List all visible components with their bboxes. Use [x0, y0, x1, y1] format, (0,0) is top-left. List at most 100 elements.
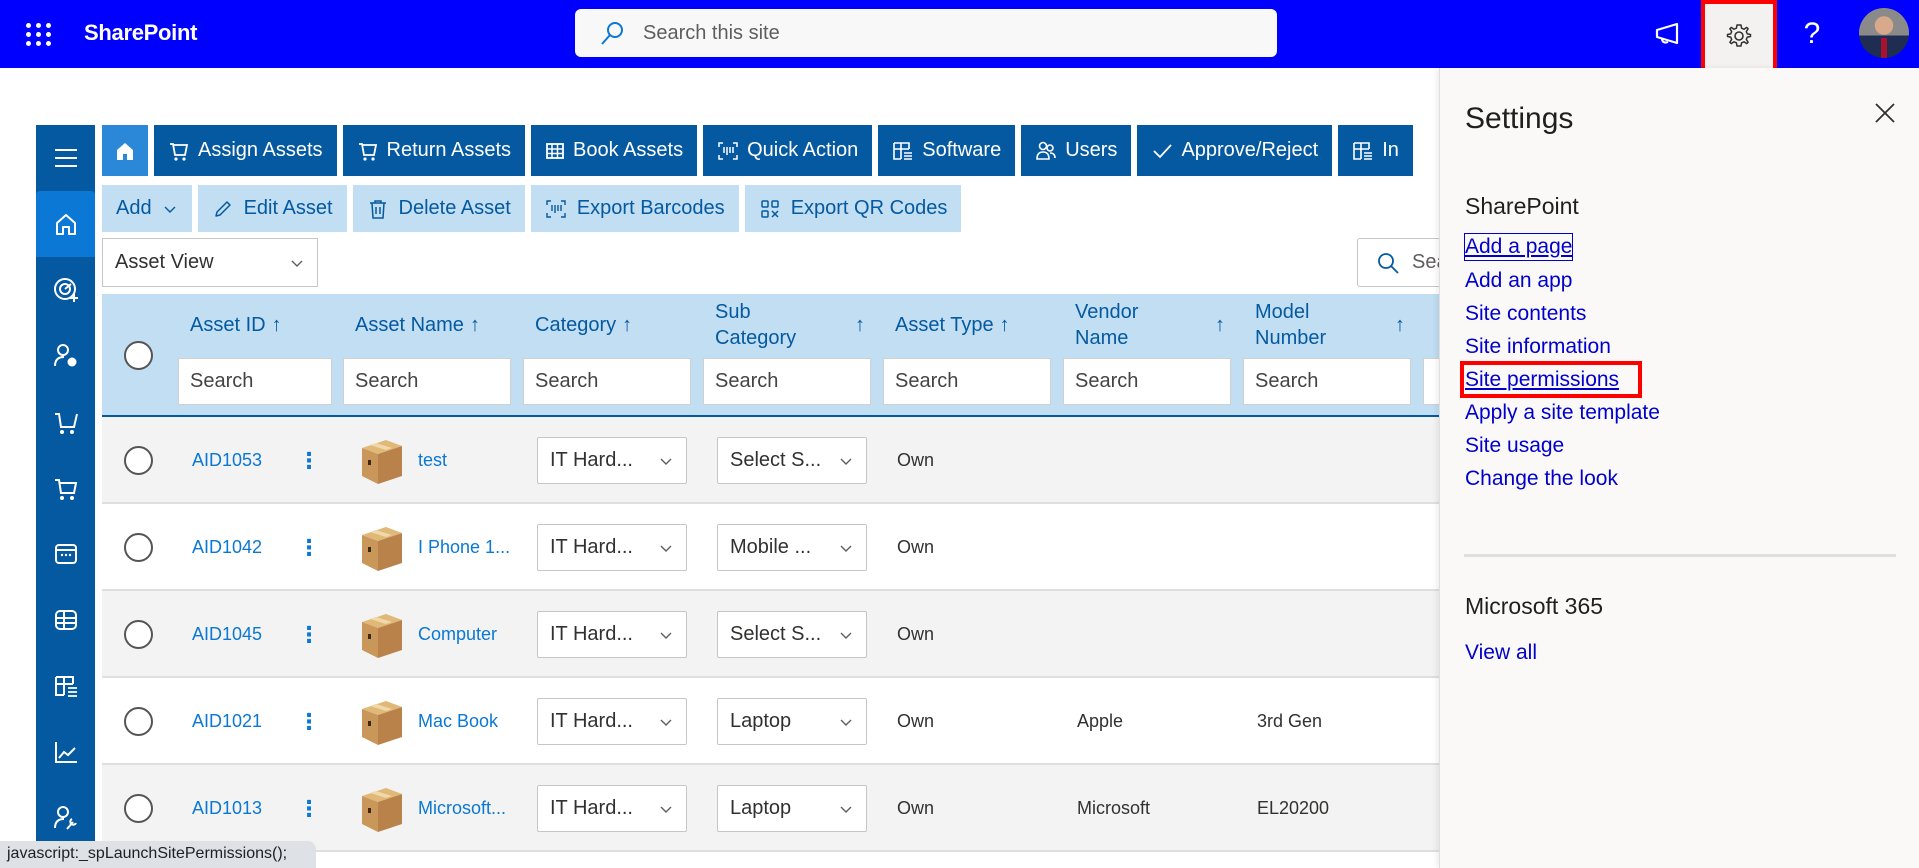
- filter-vendor-name[interactable]: [1063, 358, 1231, 405]
- whats-new-button[interactable]: [1632, 0, 1704, 68]
- category-cell: IT Hard...: [537, 417, 687, 504]
- asset-id-link[interactable]: AID1042: [192, 537, 262, 558]
- more-options-icon[interactable]: ⋮: [298, 448, 320, 474]
- cart-icon: [170, 142, 189, 161]
- sidebar-item-return[interactable]: [36, 455, 95, 521]
- edit-asset-button[interactable]: Edit Asset: [197, 185, 347, 232]
- link-change-the-look[interactable]: Change the look: [1465, 462, 1660, 495]
- sub-category-dropdown[interactable]: Select S...: [717, 611, 867, 658]
- column-label: Model Number: [1255, 301, 1327, 349]
- table-row[interactable]: AID1021 ⋮ Mac Book IT Hard... Laptop Own…: [102, 678, 1439, 765]
- nav-return-assets[interactable]: Return Assets: [342, 125, 526, 176]
- sidebar-item-reports[interactable]: [36, 719, 95, 785]
- category-dropdown[interactable]: IT Hard...: [537, 524, 687, 571]
- row-select-radio[interactable]: [124, 707, 153, 736]
- row-select-radio[interactable]: [124, 533, 153, 562]
- asset-name-link[interactable]: Computer: [418, 624, 497, 645]
- table-row[interactable]: AID1013 ⋮ Microsoft... IT Hard... Laptop…: [102, 765, 1439, 852]
- more-options-icon[interactable]: ⋮: [298, 796, 320, 822]
- filter-category[interactable]: [523, 358, 691, 405]
- row-select-radio[interactable]: [124, 620, 153, 649]
- asset-name-link[interactable]: Microsoft...: [418, 798, 506, 819]
- sub-category-dropdown[interactable]: Laptop: [717, 698, 867, 745]
- sort-vendor-name[interactable]: Vendor Name ↑: [1075, 294, 1225, 356]
- nav-book-assets[interactable]: Book Assets: [531, 125, 698, 176]
- app-name[interactable]: SharePoint: [84, 20, 197, 46]
- nav-assign-assets[interactable]: Assign Assets: [154, 125, 337, 176]
- sub-category-cell: Laptop: [717, 765, 867, 852]
- asset-name-link[interactable]: Mac Book: [418, 711, 498, 732]
- sort-asset-id[interactable]: Asset ID ↑: [190, 294, 282, 356]
- sub-category-dropdown[interactable]: Mobile ...: [717, 524, 867, 571]
- asset-id-link[interactable]: AID1013: [192, 798, 262, 819]
- sort-arrow-icon: ↑: [855, 314, 865, 336]
- sidebar-item-calendar[interactable]: [36, 521, 95, 587]
- nav-quick-action[interactable]: Quick Action: [703, 125, 873, 176]
- nav-home-button[interactable]: [102, 125, 148, 176]
- category-dropdown[interactable]: IT Hard...: [537, 785, 687, 832]
- link-add-an-app[interactable]: Add an app: [1465, 264, 1660, 297]
- app-launcher-waffle-icon[interactable]: [20, 18, 52, 50]
- sort-sub-category[interactable]: Sub Category ↑: [715, 294, 865, 356]
- category-dropdown[interactable]: IT Hard...: [537, 611, 687, 658]
- asset-name-link[interactable]: test: [418, 450, 447, 471]
- sort-category[interactable]: Category ↑: [535, 294, 632, 356]
- settings-button[interactable]: [1701, 0, 1777, 72]
- filter-asset-name[interactable]: [343, 358, 511, 405]
- sidebar-item-table[interactable]: [36, 587, 95, 653]
- filter-model-number[interactable]: [1243, 358, 1411, 405]
- link-view-all[interactable]: View all: [1465, 636, 1537, 669]
- filter-asset-id[interactable]: [178, 358, 332, 405]
- sort-asset-type[interactable]: Asset Type ↑: [895, 294, 1010, 356]
- filter-sub-category[interactable]: [703, 358, 871, 405]
- category-dropdown[interactable]: IT Hard...: [537, 698, 687, 745]
- sidebar-item-dashboard[interactable]: [36, 257, 95, 323]
- more-options-icon[interactable]: ⋮: [298, 709, 320, 735]
- sort-asset-name[interactable]: Asset Name ↑: [355, 294, 480, 356]
- hamburger-menu-button[interactable]: [36, 125, 95, 191]
- sidebar-item-grid-list[interactable]: [36, 653, 95, 719]
- sub-category-dropdown[interactable]: Laptop: [717, 785, 867, 832]
- table-row[interactable]: AID1053 ⋮ test IT Hard... Select S... Ow…: [102, 417, 1439, 504]
- chevron-down-icon: [660, 458, 672, 465]
- site-search-box[interactable]: [575, 9, 1277, 57]
- settings-panel-title: Settings: [1465, 102, 1574, 135]
- link-add-a-page[interactable]: Add a page: [1463, 233, 1574, 261]
- export-barcodes-button[interactable]: Export Barcodes: [530, 185, 739, 232]
- site-search-input[interactable]: [643, 21, 1243, 45]
- sidebar-item-assign[interactable]: [36, 389, 95, 455]
- asset-id-link[interactable]: AID1021: [192, 711, 262, 732]
- nav-users[interactable]: Users: [1021, 125, 1132, 176]
- sidebar-item-user-settings[interactable]: [36, 323, 95, 389]
- sub-category-dropdown[interactable]: Select S...: [717, 437, 867, 484]
- add-button[interactable]: Add: [102, 185, 192, 232]
- more-options-icon[interactable]: ⋮: [298, 535, 320, 561]
- link-apply-site-template[interactable]: Apply a site template: [1465, 396, 1660, 429]
- link-site-contents[interactable]: Site contents: [1465, 297, 1660, 330]
- link-site-information[interactable]: Site information: [1465, 330, 1660, 363]
- sort-model-number[interactable]: Model Number ↑: [1255, 294, 1405, 356]
- row-select-radio[interactable]: [124, 794, 153, 823]
- close-panel-button[interactable]: [1870, 98, 1900, 128]
- nav-software[interactable]: Software: [878, 125, 1016, 176]
- asset-id-link[interactable]: AID1053: [192, 450, 262, 471]
- select-all-radio[interactable]: [124, 341, 153, 370]
- table-row[interactable]: AID1045 ⋮ Computer IT Hard... Select S..…: [102, 591, 1439, 678]
- sidebar-item-home[interactable]: [36, 191, 95, 257]
- link-site-permissions[interactable]: Site permissions: [1459, 361, 1643, 398]
- filter-asset-type[interactable]: [883, 358, 1051, 405]
- avatar[interactable]: [1859, 8, 1909, 58]
- nav-approve-reject[interactable]: Approve/Reject: [1137, 125, 1333, 176]
- view-selector-dropdown[interactable]: Asset View: [102, 238, 318, 287]
- delete-asset-button[interactable]: Delete Asset: [352, 185, 525, 232]
- nav-inventory[interactable]: In: [1338, 125, 1413, 176]
- asset-id-link[interactable]: AID1045: [192, 624, 262, 645]
- more-options-icon[interactable]: ⋮: [298, 622, 320, 648]
- category-dropdown[interactable]: IT Hard...: [537, 437, 687, 484]
- row-select-radio[interactable]: [124, 446, 153, 475]
- link-site-usage[interactable]: Site usage: [1465, 429, 1660, 462]
- table-row[interactable]: AID1042 ⋮ I Phone 1... IT Hard... Mobile…: [102, 504, 1439, 591]
- help-button[interactable]: ?: [1776, 0, 1848, 68]
- export-qr-codes-button[interactable]: Export QR Codes: [744, 185, 962, 232]
- asset-name-link[interactable]: I Phone 1...: [418, 537, 510, 558]
